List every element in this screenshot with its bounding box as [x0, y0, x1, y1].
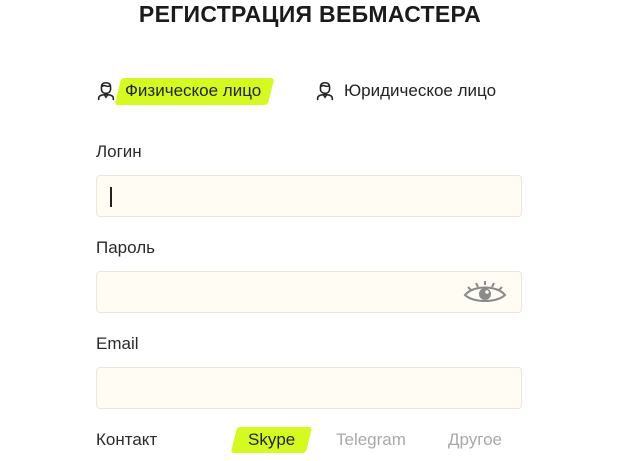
person-type-tabs: Физическое лицо Юридическое лицо	[95, 76, 535, 106]
login-field[interactable]	[96, 175, 522, 217]
contact-selector: Контакт Skype Telegram Другое	[96, 427, 536, 453]
user-icon	[97, 81, 115, 101]
contact-option-telegram[interactable]: Telegram	[336, 430, 406, 450]
login-label: Логин	[96, 142, 142, 161]
password-field[interactable]	[96, 271, 522, 313]
email-label: Email	[96, 334, 139, 353]
text-cursor	[110, 187, 112, 207]
registration-page: РЕГИСТРАЦИЯ ВЕБМАСТЕРА Физическое лицо Ю…	[0, 0, 620, 461]
email-field[interactable]	[96, 367, 522, 409]
password-label: Пароль	[96, 238, 155, 257]
tab-legal-entity-label: Юридическое лицо	[344, 81, 497, 100]
tab-legal-entity[interactable]: Юридическое лицо	[314, 76, 496, 106]
tab-physical-person[interactable]: Физическое лицо	[95, 76, 275, 106]
contact-label: Контакт	[96, 430, 158, 449]
email-input[interactable]	[97, 368, 481, 408]
eye-icon[interactable]	[461, 279, 509, 307]
login-input[interactable]	[97, 176, 481, 216]
tab-physical-person-label: Физическое лицо	[114, 78, 275, 105]
password-input[interactable]	[97, 272, 481, 312]
page-title: РЕГИСТРАЦИЯ ВЕБМАСТЕРА	[138, 1, 482, 27]
user-icon	[316, 81, 334, 101]
contact-option-skype[interactable]: Skype	[230, 427, 313, 453]
contact-option-other[interactable]: Другое	[448, 430, 502, 450]
